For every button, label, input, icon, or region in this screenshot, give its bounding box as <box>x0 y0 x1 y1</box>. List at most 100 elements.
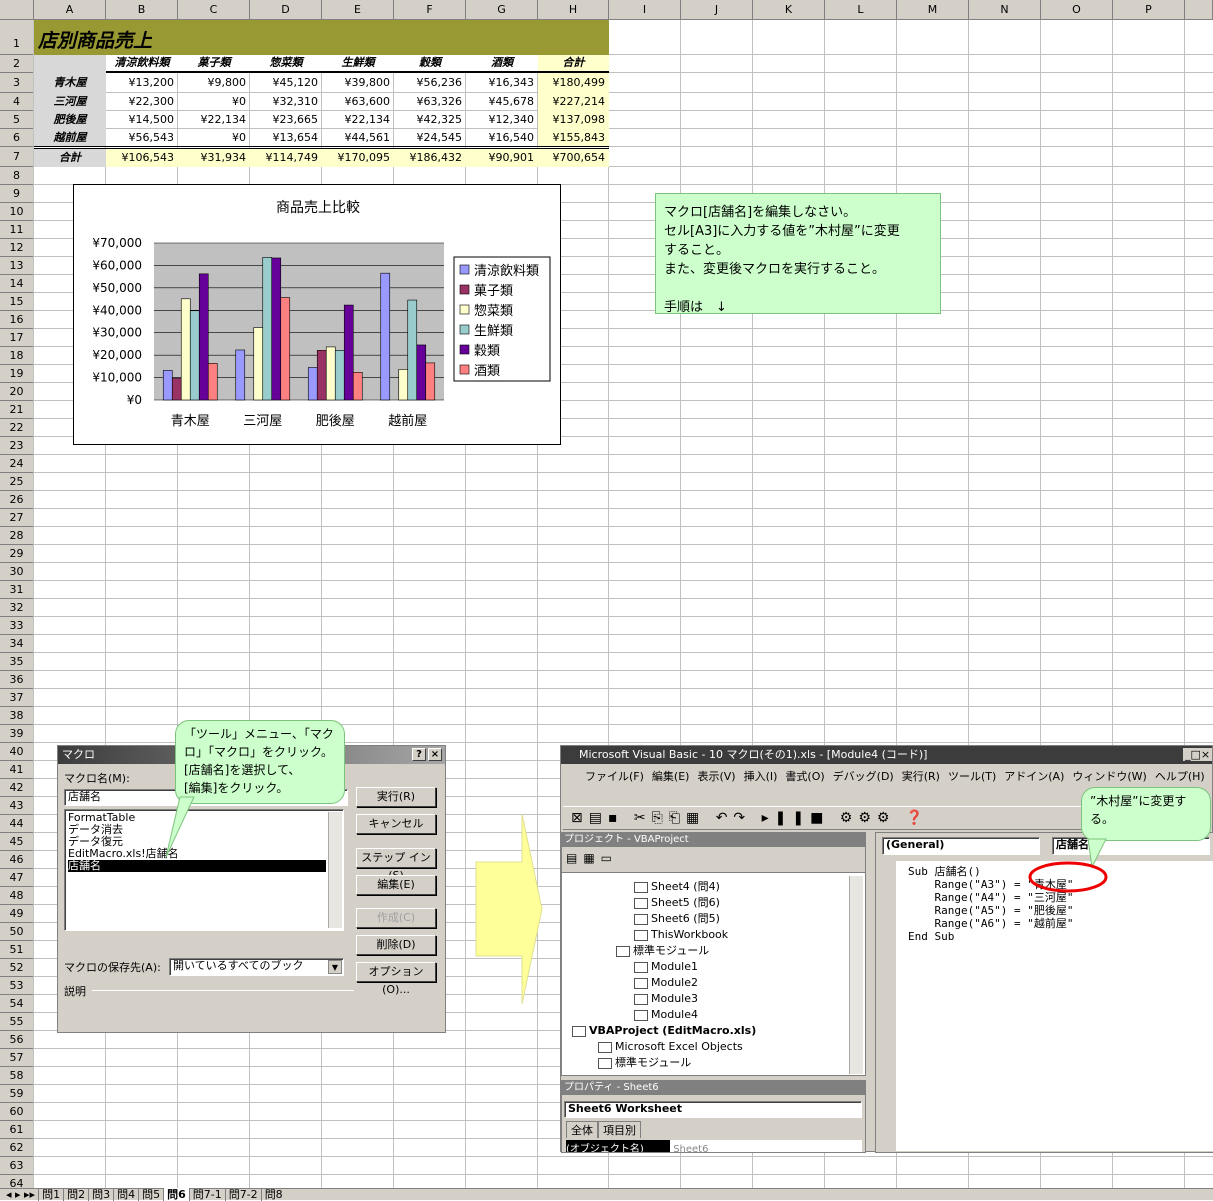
row-header-37[interactable]: 37 <box>0 689 34 707</box>
row-header-43[interactable]: 43 <box>0 797 34 815</box>
column-header-F[interactable]: F <box>394 0 466 20</box>
column-label[interactable]: 惣菜類 <box>250 55 322 71</box>
store-name-cell[interactable]: 越前屋 <box>34 129 106 147</box>
macro-list[interactable]: FormatTable データ消去 データ復元 EditMacro.xls!店舗名 店舗… <box>64 809 344 931</box>
macro-list-item[interactable]: 店舗名 <box>68 860 326 872</box>
row-header-26[interactable]: 26 <box>0 491 34 509</box>
value-cell[interactable]: ¥16,343 <box>466 73 538 93</box>
row-header-61[interactable]: 61 <box>0 1121 34 1139</box>
row-header-39[interactable]: 39 <box>0 725 34 743</box>
row-header-34[interactable]: 34 <box>0 635 34 653</box>
total-cell[interactable]: ¥186,432 <box>394 149 466 167</box>
row-header-48[interactable]: 48 <box>0 887 34 905</box>
sheet-tab[interactable]: 問4 <box>113 1188 139 1201</box>
value-cell[interactable]: ¥12,340 <box>466 111 538 129</box>
value-cell[interactable]: ¥180,499 <box>538 73 609 93</box>
row-header-8[interactable]: 8 <box>0 167 34 185</box>
tree-item[interactable]: Sheet6 (問5) <box>566 911 865 927</box>
tree-item[interactable]: Module2 <box>566 975 865 991</box>
sheet-tab[interactable]: 問1 <box>38 1188 64 1201</box>
store-name-cell[interactable]: 肥後屋 <box>34 111 106 129</box>
row-header-57[interactable]: 57 <box>0 1049 34 1067</box>
column-header-M[interactable]: M <box>897 0 969 20</box>
menu-item[interactable]: 実行(R) <box>902 770 940 783</box>
value-cell[interactable]: ¥0 <box>178 129 250 147</box>
row-header-6[interactable]: 6 <box>0 129 34 147</box>
tree-item[interactable]: Microsoft Excel Objects <box>566 1039 865 1055</box>
tree-item[interactable]: 標準モジュール <box>566 1055 865 1071</box>
row-header-18[interactable]: 18 <box>0 347 34 365</box>
store-name-cell[interactable]: 青木屋 <box>34 73 106 93</box>
value-cell[interactable]: ¥63,326 <box>394 93 466 111</box>
row-header-20[interactable]: 20 <box>0 383 34 401</box>
column-header-A[interactable]: A <box>34 0 106 20</box>
tree-item[interactable]: 標準モジュール <box>566 943 865 959</box>
code-line[interactable]: Range("A5") = "肥後屋" <box>908 904 1213 917</box>
row-header-25[interactable]: 25 <box>0 473 34 491</box>
tree-item[interactable]: Module1 <box>566 959 865 975</box>
row-header-11[interactable]: 11 <box>0 221 34 239</box>
column-label[interactable]: 酒類 <box>466 55 538 71</box>
column-header-C[interactable]: C <box>178 0 250 20</box>
macro-button-2[interactable]: ステップ イン(S) <box>356 848 436 882</box>
row-header-44[interactable]: 44 <box>0 815 34 833</box>
row-header-49[interactable]: 49 <box>0 905 34 923</box>
sheet-tab[interactable]: 問3 <box>88 1188 114 1201</box>
value-cell[interactable]: ¥0 <box>178 93 250 111</box>
value-cell[interactable]: ¥14,500 <box>106 111 178 129</box>
column-header-extra[interactable] <box>1185 0 1213 20</box>
total-cell[interactable]: ¥700,654 <box>538 149 609 167</box>
column-header-I[interactable]: I <box>609 0 681 20</box>
tab-nav-icon[interactable]: ◂ ▸ ▸▸ <box>0 1188 38 1201</box>
total-cell[interactable]: ¥90,901 <box>466 149 538 167</box>
macro-button-4[interactable]: 作成(C) <box>356 908 436 928</box>
sheet-tabs[interactable]: ◂ ▸ ▸▸ 問1 問2 問3 問4 問5 問6 問7-1 問7-2 問8 <box>0 1188 1213 1201</box>
macro-button-6[interactable]: オプション(O)... <box>356 962 436 996</box>
row-header-35[interactable]: 35 <box>0 653 34 671</box>
column-header-H[interactable]: H <box>538 0 609 20</box>
row-header-28[interactable]: 28 <box>0 527 34 545</box>
column-header-K[interactable]: K <box>753 0 825 20</box>
value-cell[interactable]: ¥39,800 <box>322 73 394 93</box>
object-select[interactable]: (General) <box>882 837 1040 855</box>
menu-item[interactable]: アドイン(A) <box>1004 770 1064 783</box>
row-header-22[interactable]: 22 <box>0 419 34 437</box>
row-header-42[interactable]: 42 <box>0 779 34 797</box>
menu-item[interactable]: 編集(E) <box>652 770 690 783</box>
properties-tab[interactable]: 項目別 <box>598 1121 641 1138</box>
row-header-51[interactable]: 51 <box>0 941 34 959</box>
menu-item[interactable]: ツール(T) <box>948 770 996 783</box>
value-cell[interactable]: ¥13,654 <box>250 129 322 147</box>
row-header-55[interactable]: 55 <box>0 1013 34 1031</box>
row-header-27[interactable]: 27 <box>0 509 34 527</box>
column-header-G[interactable]: G <box>466 0 538 20</box>
row-header-52[interactable]: 52 <box>0 959 34 977</box>
value-cell[interactable]: ¥13,200 <box>106 73 178 93</box>
help-button[interactable]: ? <box>412 748 426 761</box>
column-label[interactable]: 菓子類 <box>178 55 250 71</box>
column-header-L[interactable]: L <box>825 0 897 20</box>
value-cell[interactable]: ¥22,134 <box>178 111 250 129</box>
value-cell[interactable]: ¥137,098 <box>538 111 609 129</box>
macro-button-5[interactable]: 削除(D) <box>356 935 436 955</box>
total-cell[interactable]: ¥170,095 <box>322 149 394 167</box>
row-header-40[interactable]: 40 <box>0 743 34 761</box>
value-cell[interactable]: ¥227,214 <box>538 93 609 111</box>
row-header-17[interactable]: 17 <box>0 329 34 347</box>
value-cell[interactable]: ¥45,678 <box>466 93 538 111</box>
properties-tab[interactable]: 全体 <box>566 1121 598 1138</box>
menu-item[interactable]: ファイル(F) <box>585 770 644 783</box>
column-label[interactable]: 穀類 <box>394 55 466 71</box>
row-header-38[interactable]: 38 <box>0 707 34 725</box>
row-header-9[interactable]: 9 <box>0 185 34 203</box>
sheet-tab[interactable]: 問2 <box>63 1188 89 1201</box>
value-cell[interactable]: ¥56,236 <box>394 73 466 93</box>
tree-item[interactable]: Module3 <box>566 991 865 1007</box>
menu-item[interactable]: 書式(O) <box>785 770 824 783</box>
row-header-5[interactable]: 5 <box>0 111 34 129</box>
row-header-31[interactable]: 31 <box>0 581 34 599</box>
table-title[interactable]: 店別商品売上 <box>38 26 152 56</box>
vbe-window-controls[interactable]: _□× <box>1183 748 1213 761</box>
tree-item[interactable]: VBAProject (EditMacro.xls) <box>566 1023 865 1039</box>
row-header-59[interactable]: 59 <box>0 1085 34 1103</box>
